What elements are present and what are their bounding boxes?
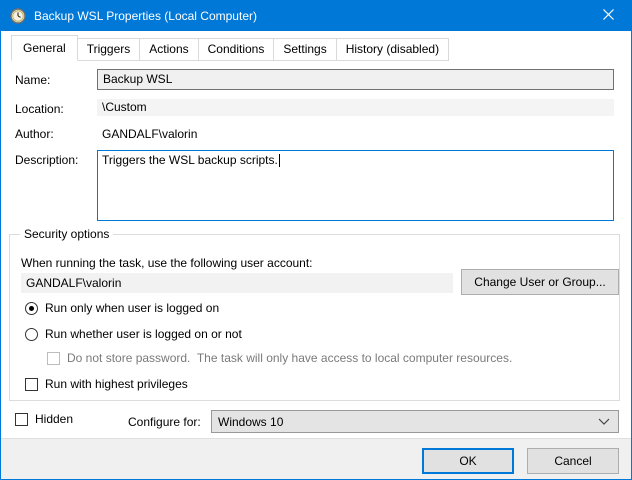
checkbox-unchecked-icon xyxy=(25,378,38,391)
chevron-down-icon xyxy=(598,418,610,426)
checkbox-hidden[interactable]: Hidden xyxy=(15,413,73,426)
account-value-field: GANDALF\valorin xyxy=(21,273,453,293)
security-options-title: Security options xyxy=(20,227,113,241)
configure-for-value: Windows 10 xyxy=(218,415,283,429)
tab-settings[interactable]: Settings xyxy=(273,38,336,61)
radio-selected-icon xyxy=(25,302,38,315)
tab-actions[interactable]: Actions xyxy=(139,38,198,61)
configure-for-label: Configure for: xyxy=(128,415,201,429)
description-textarea[interactable]: Triggers the WSL backup scripts. xyxy=(97,150,614,221)
author-label: Author: xyxy=(15,127,54,141)
cancel-button[interactable]: Cancel xyxy=(527,448,619,474)
tab-history[interactable]: History (disabled) xyxy=(336,38,449,61)
radio-unselected-icon xyxy=(25,328,38,341)
radio-run-whether[interactable]: Run whether user is logged on or not xyxy=(25,328,242,341)
description-text: Triggers the WSL backup scripts. xyxy=(102,153,278,167)
tab-strip: General Triggers Actions Conditions Sett… xyxy=(11,35,449,61)
name-label: Name: xyxy=(15,73,50,87)
radio-run-logged-on[interactable]: Run only when user is logged on xyxy=(25,302,219,315)
window-title: Backup WSL Properties (Local Computer) xyxy=(34,9,257,23)
location-value: \Custom xyxy=(97,99,614,116)
task-scheduler-clock-icon xyxy=(10,8,26,24)
checkbox-hidden-label: Hidden xyxy=(35,413,73,426)
checkbox-highest-privileges-label: Run with highest privileges xyxy=(45,378,188,391)
radio-run-whether-label: Run whether user is logged on or not xyxy=(45,328,242,341)
title-bar: Backup WSL Properties (Local Computer) xyxy=(1,1,631,31)
name-input[interactable]: Backup WSL xyxy=(97,69,614,90)
configure-for-dropdown[interactable]: Windows 10 xyxy=(211,410,619,433)
checkbox-no-password: Do not store password. The task will onl… xyxy=(47,352,512,365)
checkbox-no-password-label: Do not store password. The task will onl… xyxy=(67,352,512,365)
tab-general[interactable]: General xyxy=(11,35,78,61)
tab-triggers[interactable]: Triggers xyxy=(77,38,141,61)
checkbox-highest-privileges[interactable]: Run with highest privileges xyxy=(25,378,188,391)
checkbox-unchecked-icon xyxy=(47,352,60,365)
location-label: Location: xyxy=(15,102,64,116)
checkbox-unchecked-icon xyxy=(15,413,28,426)
tab-conditions[interactable]: Conditions xyxy=(198,38,275,61)
close-icon xyxy=(603,9,614,23)
close-button[interactable] xyxy=(586,1,631,31)
account-caption: When running the task, use the following… xyxy=(21,256,313,270)
description-label: Description: xyxy=(15,153,78,167)
change-user-button[interactable]: Change User or Group... xyxy=(461,269,619,295)
radio-run-logged-on-label: Run only when user is logged on xyxy=(45,302,219,315)
ok-button[interactable]: OK xyxy=(422,448,514,474)
author-value: GANDALF\valorin xyxy=(102,127,197,141)
properties-dialog: Backup WSL Properties (Local Computer) G… xyxy=(0,0,632,480)
text-caret xyxy=(279,154,280,167)
